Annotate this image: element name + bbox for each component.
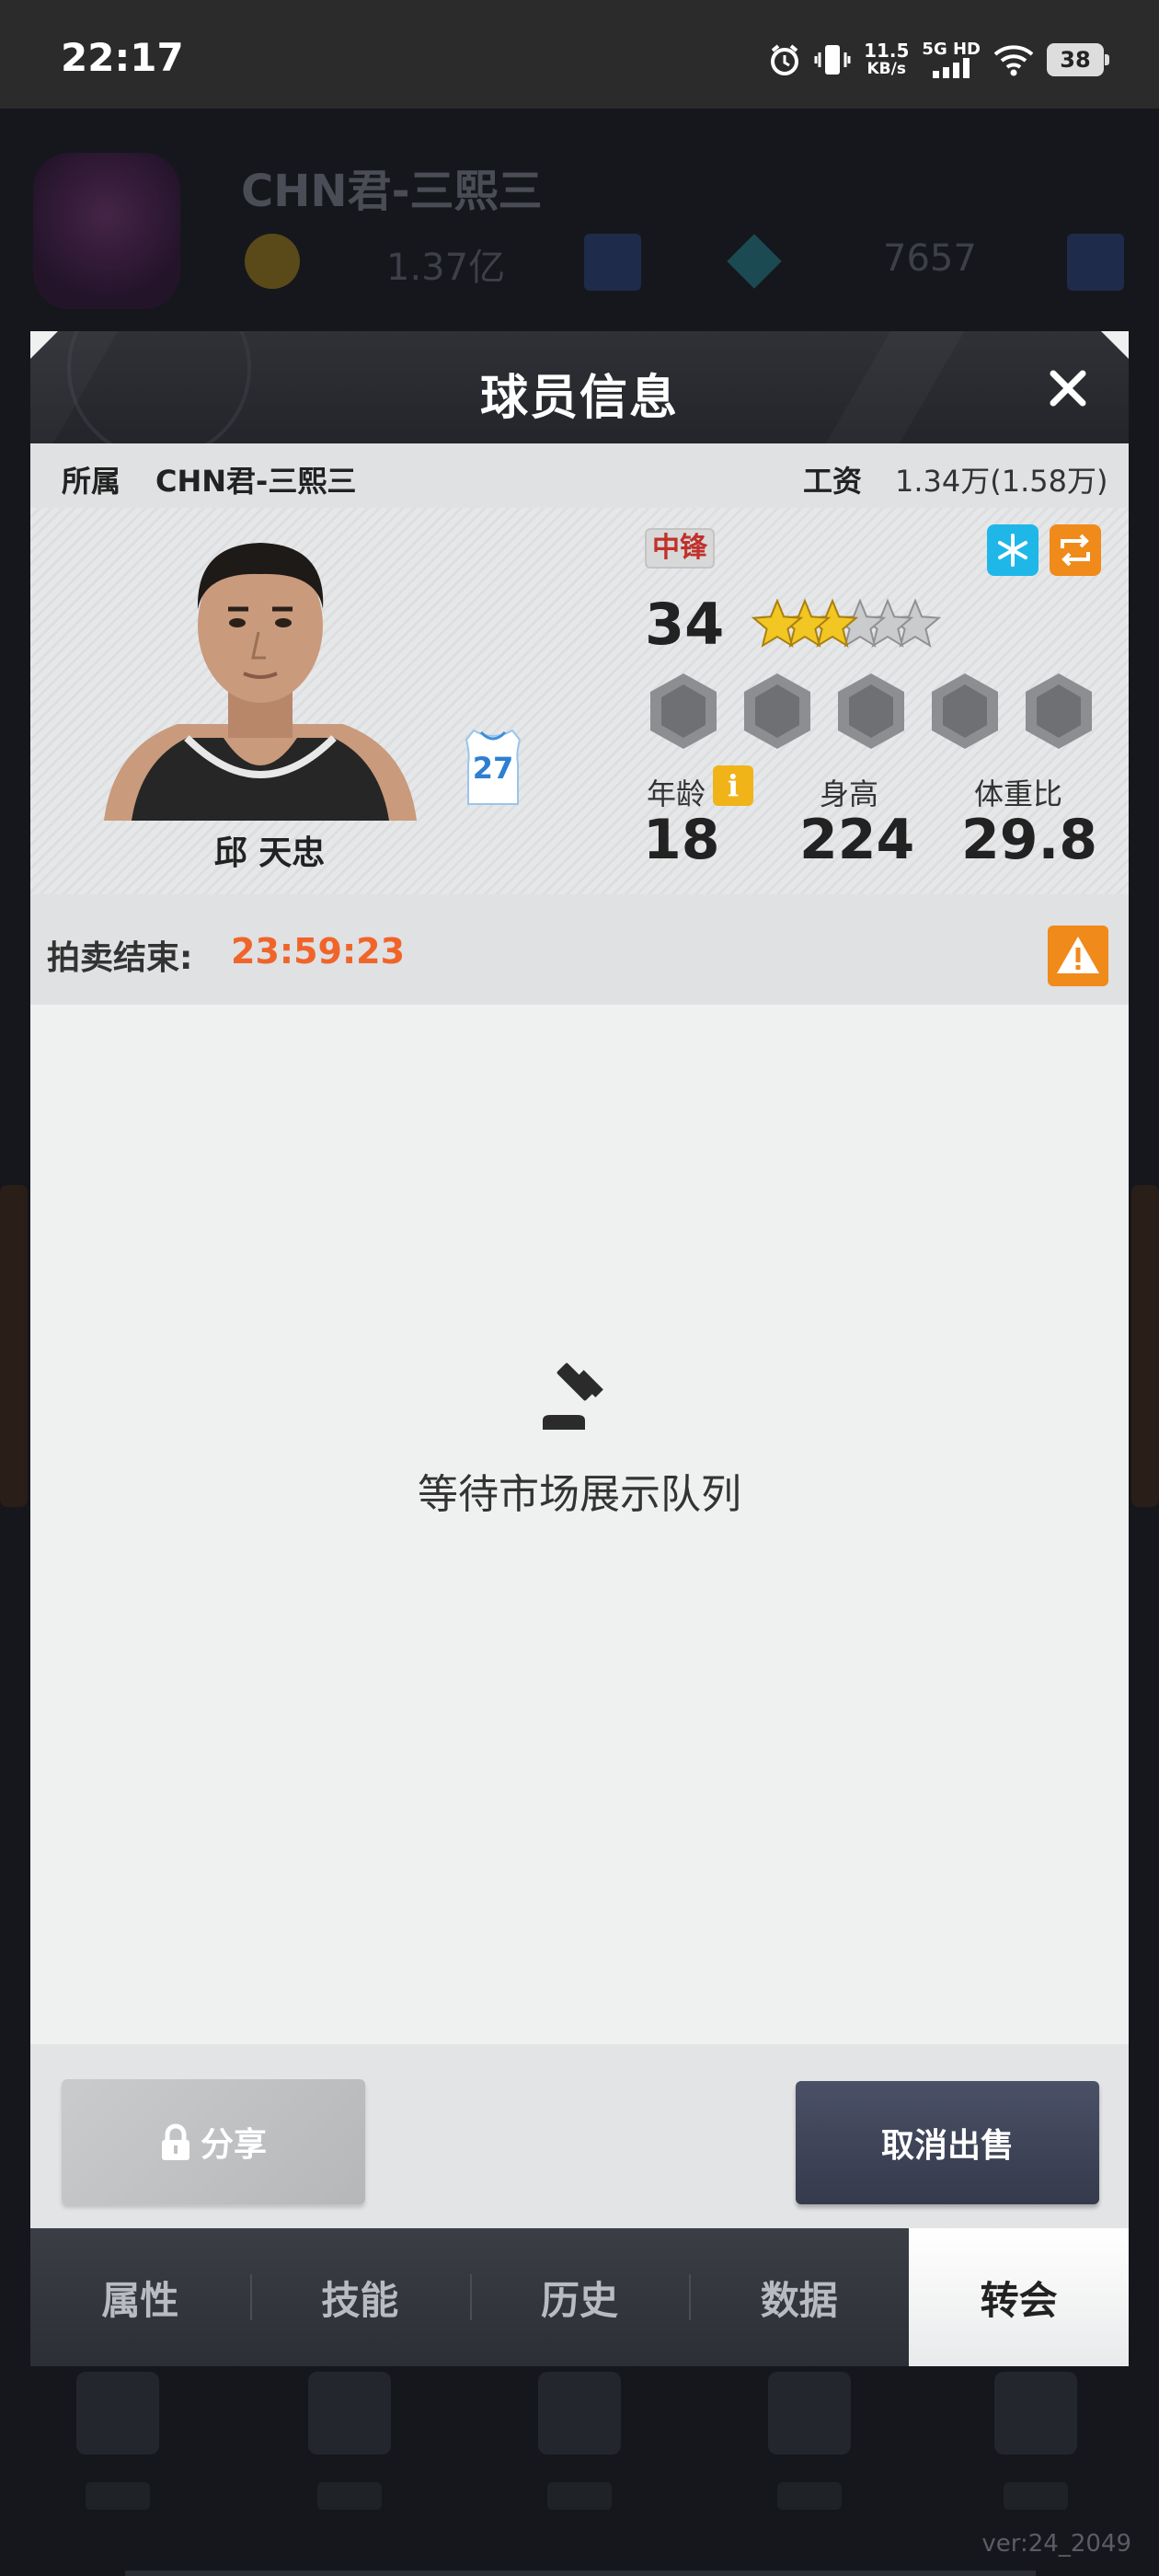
empty-badge-icon[interactable] (832, 670, 910, 753)
vibrate-icon (814, 45, 851, 75)
player-portrait (104, 543, 417, 821)
dialog-title: 球员信息 (479, 371, 679, 426)
status-icons: 11.5 KB/s 5G HD 38 (768, 37, 1109, 83)
action-bar: 分享 取消出售 (30, 2044, 1129, 2228)
position-badge: 中锋 (645, 528, 715, 569)
age-value: 18 (643, 808, 720, 872)
tab-data[interactable]: 数据 (689, 2228, 909, 2366)
auction-bar: 拍卖结束: 23:59:23 (30, 894, 1129, 1005)
team-label: 所属 (62, 464, 121, 499)
tab-attributes[interactable]: 属性 (30, 2228, 250, 2366)
empty-badge-icon[interactable] (926, 670, 1004, 753)
bg-nav-item-2 (304, 2353, 396, 2519)
battery-indicator: 38 (1047, 43, 1109, 76)
version-label: ver:24_2049 (981, 2530, 1131, 2558)
auction-countdown: 23:59:23 (231, 931, 406, 972)
salary-label: 工资 (803, 464, 863, 499)
tab-history[interactable]: 历史 (469, 2228, 690, 2366)
tab-skills[interactable]: 技能 (249, 2228, 470, 2366)
empty-badge-icon[interactable] (739, 670, 816, 753)
bg-nav-item-5 (990, 2353, 1082, 2519)
bg-left-panel (0, 1185, 28, 1507)
cancel-sale-button[interactable]: 取消出售 (796, 2081, 1099, 2204)
alarm-icon (771, 44, 799, 75)
skill-badges (645, 670, 1105, 753)
signal-bars-icon (933, 58, 970, 78)
bg-team-name: CHN君-三熙三 (241, 166, 543, 217)
info-icon[interactable]: i (713, 765, 753, 806)
star-rating-icon (752, 598, 942, 648)
team-logo (33, 153, 180, 309)
team-salary-bar: 所属 CHN君-三熙三 工资 1.34万(1.58万) (30, 443, 1129, 508)
gem-icon (727, 234, 782, 289)
bg-nav-item-1 (72, 2353, 164, 2519)
home-indicator (125, 2570, 1036, 2576)
swap-icon[interactable] (1050, 524, 1101, 576)
cancel-sale-label: 取消出售 (880, 2127, 1014, 2165)
bg-right-panel (1131, 1185, 1159, 1507)
empty-badge-icon[interactable] (645, 670, 722, 753)
weight-ratio-value: 29.8 (961, 808, 1098, 872)
tab-transfer[interactable]: 转会 (909, 2228, 1129, 2366)
team-name: CHN君-三熙三 (155, 464, 357, 499)
gavel-icon (543, 1363, 603, 1430)
add-coins-button (584, 234, 641, 291)
bg-nav-item-3 (534, 2353, 625, 2519)
coin-balance: 1.37亿 (386, 247, 506, 289)
waiting-message: 等待市场展示队列 (418, 1471, 741, 1518)
dialog-header: 球员信息 (30, 331, 1129, 443)
transfer-content: 等待市场展示队列 (30, 1005, 1129, 2044)
status-bar: 22:17 11.5 KB/s 5G HD 38 (0, 0, 1159, 109)
coin-icon (245, 234, 300, 289)
warning-icon[interactable] (1048, 926, 1108, 986)
share-label: 分享 (200, 2126, 267, 2164)
dialog-tabs: 属性 技能 历史 数据 转会 (30, 2228, 1129, 2366)
close-icon[interactable] (1046, 366, 1090, 410)
player-rating: 34 (645, 591, 725, 658)
bg-nav-item-4 (763, 2353, 855, 2519)
player-name: 邱 天忠 (213, 834, 326, 872)
status-time: 22:17 (61, 35, 184, 80)
snowflake-icon[interactable] (987, 524, 1039, 576)
gem-balance: 7657 (883, 237, 977, 280)
player-info-dialog: 球员信息 所属 CHN君-三熙三 工资 1.34万(1.58万) 邱 天忠 27… (30, 331, 1129, 2366)
signal-indicator: 5G HD (922, 41, 981, 78)
jersey-icon: 27 (461, 727, 525, 806)
empty-badge-icon[interactable] (1020, 670, 1097, 753)
lock-icon (161, 2123, 189, 2160)
share-button[interactable]: 分享 (62, 2079, 365, 2204)
auction-end-label: 拍卖结束: (47, 939, 193, 977)
add-gems-button (1067, 234, 1124, 291)
network-speed: 11.5 KB/s (864, 40, 910, 78)
height-value: 224 (799, 808, 915, 872)
jersey-number: 27 (472, 751, 514, 786)
salary-value: 1.34万(1.58万) (895, 464, 1108, 499)
wifi-icon (993, 45, 1034, 76)
player-card: 邱 天忠 27 中锋 34 年龄 i 18 身高 224 体重比 29.8 (30, 508, 1129, 894)
